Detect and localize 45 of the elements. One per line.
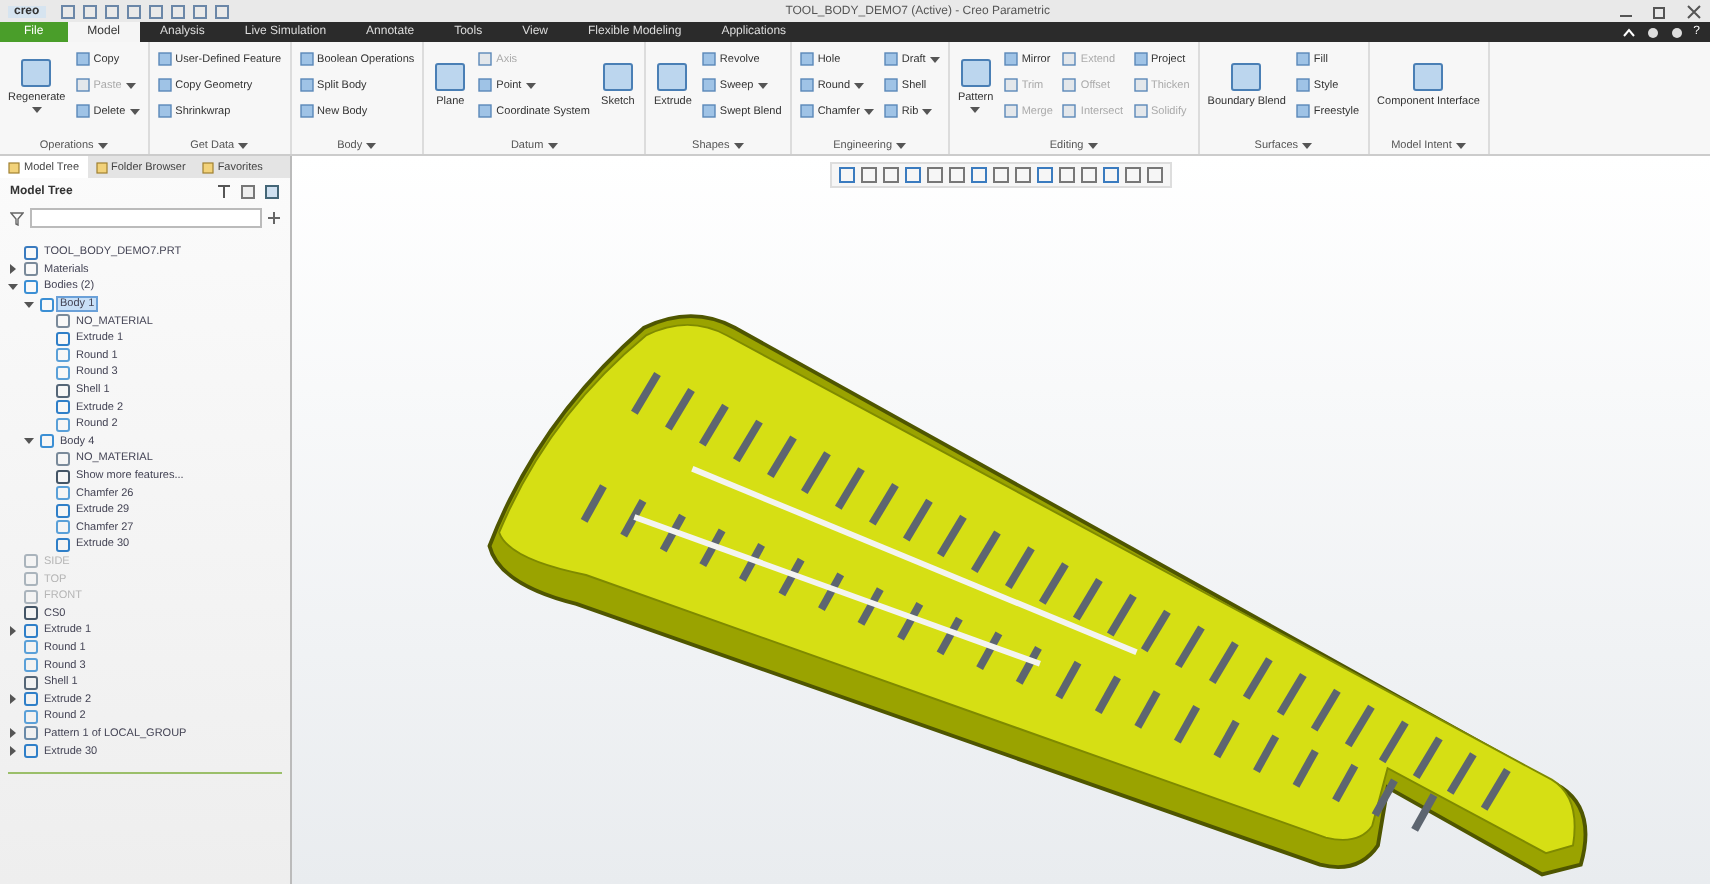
display-icon[interactable] xyxy=(240,184,256,200)
expand-arrow-icon[interactable] xyxy=(8,264,18,275)
caret-icon xyxy=(757,81,768,89)
caret-icon xyxy=(129,107,140,115)
tab-icon xyxy=(201,161,214,173)
tool-icon xyxy=(18,57,55,89)
collapse-icon[interactable] xyxy=(1621,25,1636,39)
caret-icon xyxy=(1087,141,1098,149)
caret-icon xyxy=(1302,141,1313,149)
expand-arrow-icon[interactable] xyxy=(24,436,34,447)
tab-icon xyxy=(8,161,20,173)
caret-icon xyxy=(525,81,536,89)
caret-icon xyxy=(366,141,377,149)
caret-icon xyxy=(547,141,558,149)
search-field[interactable] xyxy=(30,208,262,228)
caret-icon xyxy=(733,141,744,149)
expand-arrow-icon[interactable] xyxy=(8,746,18,757)
caret-icon xyxy=(125,81,136,89)
caret-icon xyxy=(97,141,108,149)
caret-icon xyxy=(238,141,249,149)
tool-icon xyxy=(599,62,636,94)
tool-icon xyxy=(1410,62,1447,94)
expand-arrow-icon[interactable] xyxy=(8,728,18,739)
caret-icon xyxy=(922,107,933,115)
caret-icon xyxy=(896,141,906,149)
tab-icon xyxy=(95,161,108,173)
add-icon[interactable] xyxy=(268,212,280,224)
filter-icon[interactable] xyxy=(10,211,24,225)
expand-arrow-icon[interactable] xyxy=(8,281,18,292)
tool-icon xyxy=(432,62,469,94)
caret-icon xyxy=(854,81,865,89)
tool-icon xyxy=(957,57,994,89)
tool-icon xyxy=(1228,62,1265,94)
restore-icon[interactable] xyxy=(1652,3,1668,19)
caret-icon xyxy=(863,107,874,115)
panel-icon[interactable] xyxy=(264,184,280,200)
expand-arrow-icon[interactable] xyxy=(8,625,18,636)
caret-icon xyxy=(31,105,42,113)
expand-arrow-icon[interactable] xyxy=(8,694,18,705)
caret-icon xyxy=(970,105,981,113)
tool-icon xyxy=(654,62,691,94)
caret-icon xyxy=(1455,141,1466,149)
expand-arrow-icon[interactable] xyxy=(24,299,34,310)
caret-icon xyxy=(929,55,940,63)
close-icon[interactable] xyxy=(1686,3,1702,19)
